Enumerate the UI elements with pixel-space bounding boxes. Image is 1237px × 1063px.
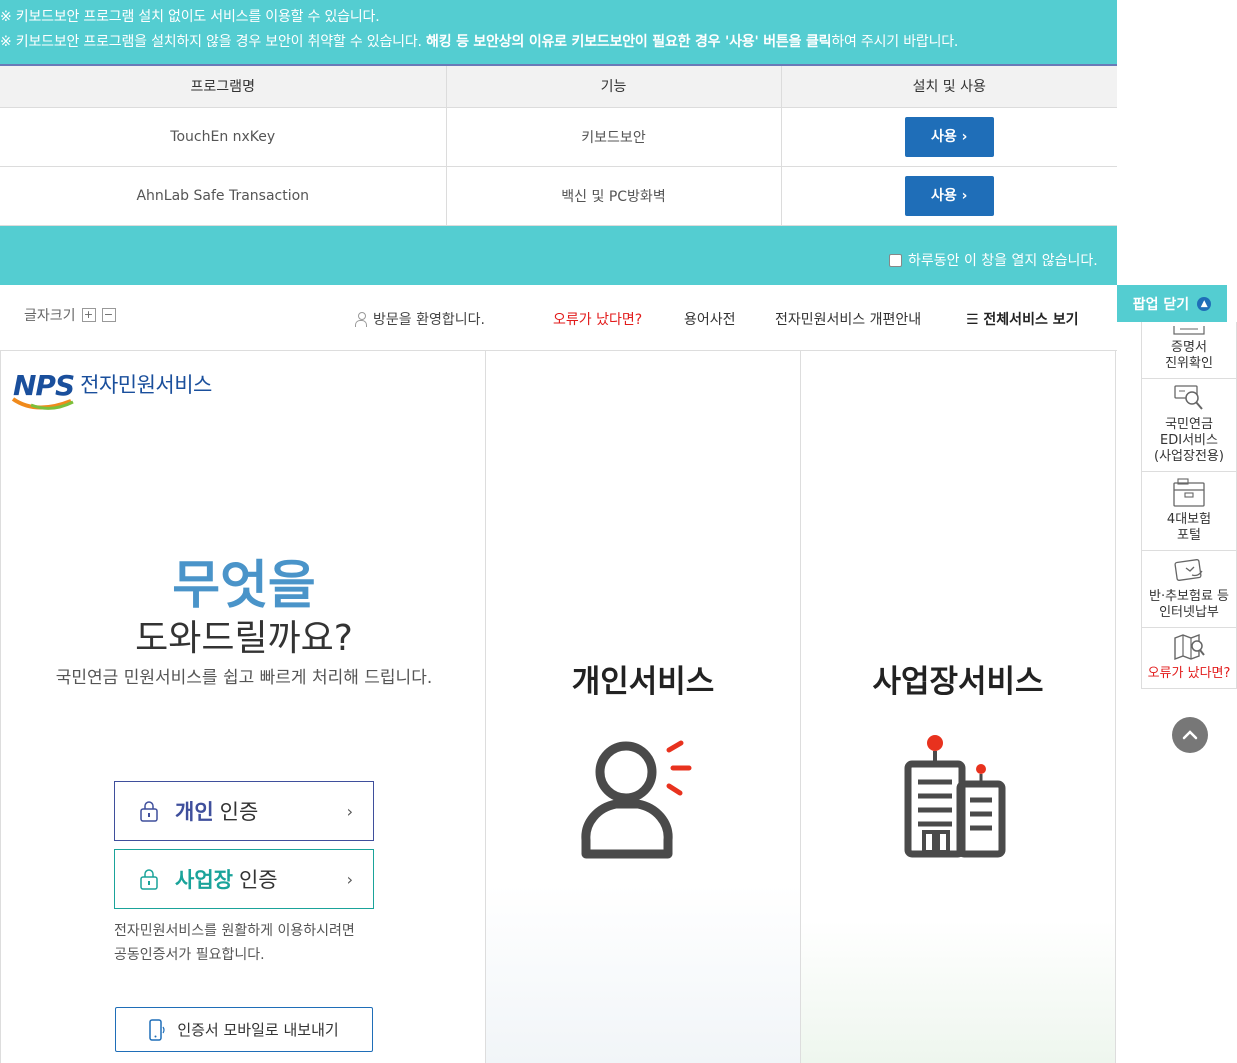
hero-subheadline: 도와드릴까요? xyxy=(135,618,353,659)
certificate-note-line-1: 전자민원서비스를 원활하게 이용하시려면 xyxy=(114,923,355,939)
all-services-link[interactable]: ☰ 전체서비스 보기 xyxy=(966,309,1078,329)
table-row: AhnLab Safe Transaction 백신 및 PC방화벽 사용 › xyxy=(0,166,1117,226)
font-increase-button[interactable]: + xyxy=(81,308,96,322)
notice-line-2-normal: ※ 키보드보안 프로그램을 설치하지 않을 경우 보안이 취약할 수 있습니다. xyxy=(0,34,422,50)
font-decrease-button[interactable]: − xyxy=(101,308,116,322)
program-name: TouchEn nxKey xyxy=(0,107,447,167)
welcome-message: 방문을 환영합니다. xyxy=(355,309,485,329)
export-cert-mobile-label: 인증서 모바일로 내보내기 xyxy=(177,1021,339,1039)
quick-item-line: 증명서 xyxy=(1171,340,1207,355)
table-header-row: 프로그램명 기능 설치 및 사용 xyxy=(0,65,1117,108)
quick-item-line: 국민연금 xyxy=(1165,417,1213,432)
security-program-table: 프로그램명 기능 설치 및 사용 TouchEn nxKey 키보드보안 사용 … xyxy=(0,64,1117,226)
checkbox-box[interactable] xyxy=(889,253,902,267)
program-function: 백신 및 PC방화벽 xyxy=(446,166,782,226)
certificate-note-line-2: 공동인증서가 필요합니다. xyxy=(114,947,265,963)
glossary-link[interactable]: 용어사전 xyxy=(684,309,736,329)
export-cert-mobile-button[interactable]: 인증서 모바일로 내보내기 xyxy=(115,1007,373,1052)
lock-icon xyxy=(140,869,158,890)
quick-item-line: 오류가 났다면? xyxy=(1147,666,1231,681)
program-function: 키보드보안 xyxy=(446,107,782,167)
welcome-text: 방문을 환영합니다. xyxy=(373,312,485,328)
security-notice: ※ 키보드보안 프로그램 설치 없이도 서비스를 이용할 수 있습니다. ※ 키… xyxy=(0,0,1117,56)
business-service-title: 사업장서비스 xyxy=(872,664,1044,700)
chevron-up-icon xyxy=(1182,730,1198,740)
person-icon xyxy=(581,740,692,859)
header-program-name: 프로그램명 xyxy=(0,65,447,108)
hero-headline: 무엇을 xyxy=(172,556,316,616)
quick-menu: 증명서 진위확인 국민연금 EDI서비스 (사업장전용) 4대보험 포털 반·추… xyxy=(1141,322,1237,689)
map-search-icon xyxy=(1174,633,1205,661)
scroll-top-button[interactable] xyxy=(1172,717,1208,753)
insurance-portal-icon xyxy=(1173,478,1205,507)
quick-item-line: (사업장전용) xyxy=(1154,449,1224,464)
popup-close-label: 팝업 닫기 xyxy=(1132,296,1190,313)
logo-swoosh-icon xyxy=(11,397,74,410)
header-function: 기능 xyxy=(446,65,782,108)
notice-line-2-bold: 해킹 등 보안상의 이유로 키보드보안이 필요한 경우 '사용' 버튼을 클릭 xyxy=(426,34,832,50)
quick-edi-service[interactable]: 국민연금 EDI서비스 (사업장전용) xyxy=(1142,379,1236,472)
quick-item-line: 인터넷납부 xyxy=(1159,605,1219,620)
error-help-link[interactable]: 오류가 났다면? xyxy=(553,309,642,329)
font-size-label: 글자크기 xyxy=(24,308,76,324)
business-service-panel[interactable]: 사업장서비스 xyxy=(801,351,1116,1063)
mobile-phone-icon xyxy=(149,1018,165,1041)
main-content: NPS 전자민원서비스 무엇을 도와드릴까요? 국민연금 민원서비스를 쉽고 빠… xyxy=(0,351,1117,1063)
chevron-up-icon: ▲ xyxy=(1197,296,1212,311)
nps-logo[interactable]: NPS 전자민원서비스 xyxy=(11,371,212,410)
personal-service-panel[interactable]: 개인서비스 xyxy=(486,351,801,1063)
use-touchen-button[interactable]: 사용 › xyxy=(904,116,994,157)
chevron-right-icon: › xyxy=(346,801,353,821)
dont-open-today-checkbox[interactable]: 하루동안 이 창을 열지 않습니다. xyxy=(889,250,1098,270)
quick-item-line: 포털 xyxy=(1177,528,1201,543)
personal-service-title: 개인서비스 xyxy=(571,664,715,700)
quick-item-line: 반·추보험료 등 xyxy=(1148,589,1230,604)
building-icon xyxy=(904,735,1006,858)
edi-search-icon xyxy=(1174,385,1203,410)
utility-bar: 글자크기 + − 방문을 환영합니다. 오류가 났다면? 용어사전 전자민원서비… xyxy=(0,285,1117,351)
business-auth-button[interactable]: 사업장 인증 › xyxy=(114,849,374,909)
program-name: AhnLab Safe Transaction xyxy=(0,166,447,226)
keyboard-security-popup: ※ 키보드보안 프로그램 설치 없이도 서비스를 이용할 수 있습니다. ※ 키… xyxy=(0,0,1117,285)
program-action-cell: 사용 › xyxy=(781,166,1117,226)
table-row: TouchEn nxKey 키보드보안 사용 › xyxy=(0,107,1117,167)
personal-auth-plain: 인증 xyxy=(219,800,259,824)
renewal-guide-link[interactable]: 전자민원서비스 개편안내 xyxy=(775,309,921,329)
dont-open-today-label: 하루동안 이 창을 열지 않습니다. xyxy=(908,253,1098,269)
personal-auth-button[interactable]: 개인 인증 › xyxy=(114,781,374,841)
payment-card-icon xyxy=(1174,559,1203,581)
notice-line-1: ※ 키보드보안 프로그램 설치 없이도 서비스를 이용할 수 있습니다. xyxy=(0,9,380,25)
quick-item-line: 4대보험 xyxy=(1166,512,1212,527)
quick-certificate-verify[interactable]: 증명서 진위확인 xyxy=(1142,322,1236,379)
business-auth-plain: 인증 xyxy=(238,868,278,892)
quick-internet-payment[interactable]: 반·추보험료 등 인터넷납부 xyxy=(1142,551,1236,628)
notice-line-2: ※ 키보드보안 프로그램을 설치하지 않을 경우 보안이 취약할 수 있습니다.… xyxy=(0,31,1117,56)
quick-insurance-portal[interactable]: 4대보험 포털 xyxy=(1142,472,1236,551)
chevron-right-icon: › xyxy=(346,869,353,889)
personal-auth-strong: 개인 xyxy=(175,800,214,824)
hero-panel: NPS 전자민원서비스 무엇을 도와드릴까요? 국민연금 민원서비스를 쉽고 빠… xyxy=(0,351,486,1063)
business-auth-strong: 사업장 xyxy=(175,868,233,892)
header-install-use: 설치 및 사용 xyxy=(781,65,1117,108)
logo-title: 전자민원서비스 xyxy=(80,373,212,397)
program-action-cell: 사용 › xyxy=(781,107,1117,167)
notice-line-2-tail: 하여 주시기 바랍니다. xyxy=(831,34,959,50)
hero-description: 국민연금 민원서비스를 쉽고 빠르게 처리해 드립니다. xyxy=(55,668,433,688)
lock-icon xyxy=(140,801,158,822)
font-size-control: 글자크기 + − xyxy=(24,305,116,325)
certificate-note: 전자민원서비스를 원활하게 이용하시려면 공동인증서가 필요합니다. xyxy=(114,919,355,967)
popup-close-button[interactable]: 팝업 닫기 ▲ xyxy=(1117,285,1227,322)
use-ahnlab-button[interactable]: 사용 › xyxy=(904,175,994,216)
quick-item-line: EDI서비스 xyxy=(1160,433,1218,448)
quick-error-help[interactable]: 오류가 났다면? xyxy=(1142,628,1236,688)
certificate-verify-icon xyxy=(1173,326,1205,335)
quick-item-line: 진위확인 xyxy=(1165,356,1213,371)
user-icon xyxy=(355,312,367,327)
